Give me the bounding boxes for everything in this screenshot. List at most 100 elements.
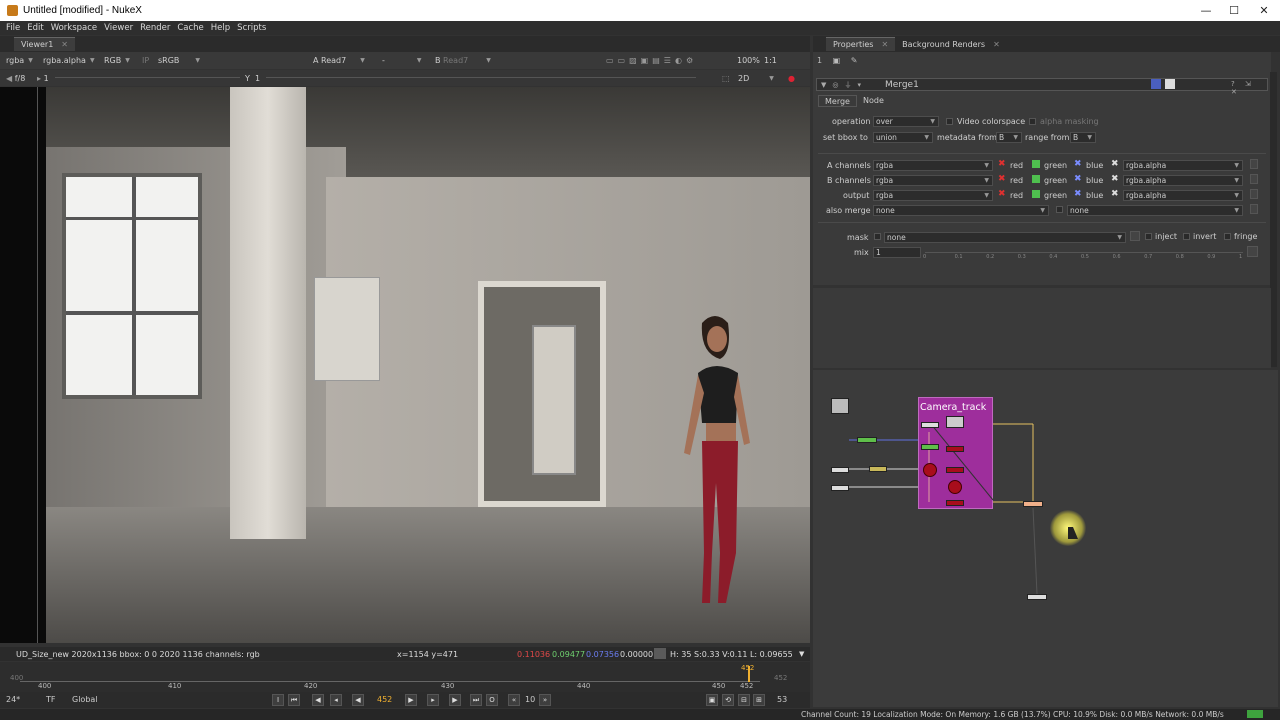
- ratio-value[interactable]: 1:1: [764, 54, 777, 66]
- view-mode-dropdown[interactable]: 2D ▼: [738, 72, 774, 84]
- last-frame-button[interactable]: ⏭: [470, 694, 482, 706]
- in-point-button[interactable]: I: [272, 694, 284, 706]
- next-frame-button[interactable]: ▸: [427, 694, 439, 706]
- mask-dropdown[interactable]: none ▼: [884, 232, 1126, 243]
- menu-workspace[interactable]: Workspace: [51, 23, 97, 33]
- tab-viewer1[interactable]: Viewer1 ✕: [14, 37, 75, 51]
- panel-controls[interactable]: ? ⇲ ✕: [1231, 80, 1267, 96]
- step-back-button[interactable]: «: [508, 694, 520, 706]
- also-merge-dropdown[interactable]: none ▼: [873, 205, 1049, 216]
- b-channels-dropdown[interactable]: rgba ▼: [873, 175, 993, 186]
- menu-edit[interactable]: Edit: [27, 23, 43, 33]
- node-name[interactable]: Merge1: [885, 80, 919, 90]
- step-forward-button[interactable]: »: [539, 694, 551, 706]
- properties-scrollbar[interactable]: [1270, 72, 1277, 367]
- alpha-dropdown[interactable]: rgba.alpha ▼: [43, 54, 95, 66]
- transform-node[interactable]: [857, 437, 877, 443]
- lut-dropdown[interactable]: sRGB ▼: [158, 54, 200, 66]
- maximize-button[interactable]: ☐: [1218, 0, 1250, 21]
- b-alpha-dropdown[interactable]: rgba.alpha ▼: [1123, 175, 1243, 186]
- channel-link-button[interactable]: [1250, 174, 1258, 184]
- blue-checkbox[interactable]: ✖: [1074, 159, 1082, 169]
- viewer-canvas[interactable]: [0, 87, 810, 643]
- frame-prefix[interactable]: ▸ 1: [37, 72, 49, 84]
- alpha-masking-checkbox[interactable]: [1029, 118, 1036, 125]
- a-alpha-dropdown[interactable]: rgba.alpha ▼: [1123, 160, 1243, 171]
- blue-checkbox[interactable]: ✖: [1074, 189, 1082, 199]
- roi-icon[interactable]: ⬚: [722, 72, 730, 84]
- lock-icon[interactable]: ⊟: [738, 694, 750, 706]
- scope-dropdown[interactable]: Global: [72, 695, 98, 704]
- prev-frame-button[interactable]: ◂: [330, 694, 342, 706]
- next-key-button[interactable]: ▶: [449, 694, 461, 706]
- subtab-node[interactable]: Node: [857, 95, 890, 107]
- sphere-node[interactable]: [923, 463, 937, 477]
- tab-background-renders[interactable]: Background Renders ✕: [895, 37, 1007, 51]
- alpha-checkbox[interactable]: ✖: [1111, 189, 1119, 199]
- also-merge-dropdown-2[interactable]: none ▼: [1067, 205, 1243, 216]
- green-checkbox[interactable]: [1032, 160, 1040, 168]
- properties-toolbar-icons[interactable]: 1 ▣ ✎: [817, 56, 877, 68]
- playback-mode-button[interactable]: ▣: [706, 694, 718, 706]
- b-input-dropdown[interactable]: B Read7 ▼: [435, 54, 491, 66]
- blue-checkbox[interactable]: ✖: [1074, 174, 1082, 184]
- alpha-checkbox[interactable]: ✖: [1111, 174, 1119, 184]
- first-frame-button[interactable]: ⏮: [288, 694, 300, 706]
- out-point-button[interactable]: O: [486, 694, 498, 706]
- bbox-dropdown[interactable]: union ▼: [873, 132, 933, 143]
- timeline[interactable]: 400 400 410 420 430 440 450 452 452 452: [0, 662, 810, 692]
- wipe-op-dropdown[interactable]: - ▼: [382, 54, 422, 66]
- mix-input[interactable]: 1: [873, 247, 921, 258]
- node-color-button-2[interactable]: [1165, 79, 1175, 89]
- menu-scripts[interactable]: Scripts: [237, 23, 266, 33]
- menu-file[interactable]: File: [6, 23, 20, 33]
- cache-icon[interactable]: ⊞: [753, 694, 765, 706]
- current-frame[interactable]: 452: [377, 695, 392, 704]
- render-node-3[interactable]: [946, 500, 964, 506]
- prev-key-button[interactable]: ◀: [312, 694, 324, 706]
- render-node-2[interactable]: [946, 467, 964, 473]
- scene-node[interactable]: [946, 416, 964, 428]
- close-tab-icon[interactable]: ✕: [881, 40, 888, 49]
- green-checkbox[interactable]: [1032, 190, 1040, 198]
- fringe-checkbox[interactable]: [1224, 233, 1231, 240]
- inject-checkbox[interactable]: [1145, 233, 1152, 240]
- viewer-icon-group[interactable]: ▭▭▨▣▤☰◐⚙: [606, 54, 697, 66]
- zoom-value[interactable]: 100%: [737, 54, 760, 66]
- read-node[interactable]: [831, 398, 849, 414]
- rgb-dropdown[interactable]: RGB ▼: [104, 54, 130, 66]
- sphere-node-2[interactable]: [948, 480, 962, 494]
- node-header-icons[interactable]: ▼◎⏚▾: [821, 80, 867, 90]
- close-button[interactable]: ✕: [1248, 0, 1280, 21]
- channel-link-button[interactable]: [1250, 204, 1258, 214]
- red-checkbox[interactable]: ✖: [998, 159, 1006, 169]
- menu-cache[interactable]: Cache: [177, 23, 203, 33]
- viewer-node[interactable]: [1027, 594, 1047, 600]
- mask-checkbox[interactable]: [874, 233, 881, 240]
- red-checkbox[interactable]: ✖: [998, 174, 1006, 184]
- mix-slider[interactable]: [925, 252, 1243, 253]
- curve-editor-button[interactable]: [1247, 246, 1258, 257]
- subtab-merge[interactable]: Merge: [818, 95, 857, 107]
- play-forward-button[interactable]: ▶: [405, 694, 417, 706]
- channel-dropdown[interactable]: rgba ▼: [6, 54, 33, 66]
- red-checkbox[interactable]: ✖: [998, 189, 1006, 199]
- green-checkbox[interactable]: [1032, 175, 1040, 183]
- metadata-dropdown[interactable]: B ▼: [996, 132, 1022, 143]
- menu-help[interactable]: Help: [211, 23, 230, 33]
- node-color-button[interactable]: [1151, 79, 1161, 89]
- dot-node-2[interactable]: [831, 485, 849, 491]
- invert-checkbox[interactable]: [1183, 233, 1190, 240]
- caret-down-icon[interactable]: ▼: [799, 650, 804, 658]
- gain-slider[interactable]: [55, 77, 240, 78]
- gamma-slider[interactable]: [266, 77, 696, 78]
- dot-node[interactable]: [831, 467, 849, 473]
- ip-button[interactable]: IP: [142, 54, 149, 66]
- range-dropdown[interactable]: B ▼: [1070, 132, 1096, 143]
- tab-properties[interactable]: Properties ✕: [826, 37, 896, 51]
- menu-viewer[interactable]: Viewer: [104, 23, 133, 33]
- tf-dropdown[interactable]: TF: [46, 695, 56, 704]
- channel-link-button[interactable]: [1250, 189, 1258, 199]
- camera-node[interactable]: [921, 422, 939, 428]
- tracker-node[interactable]: [869, 466, 887, 472]
